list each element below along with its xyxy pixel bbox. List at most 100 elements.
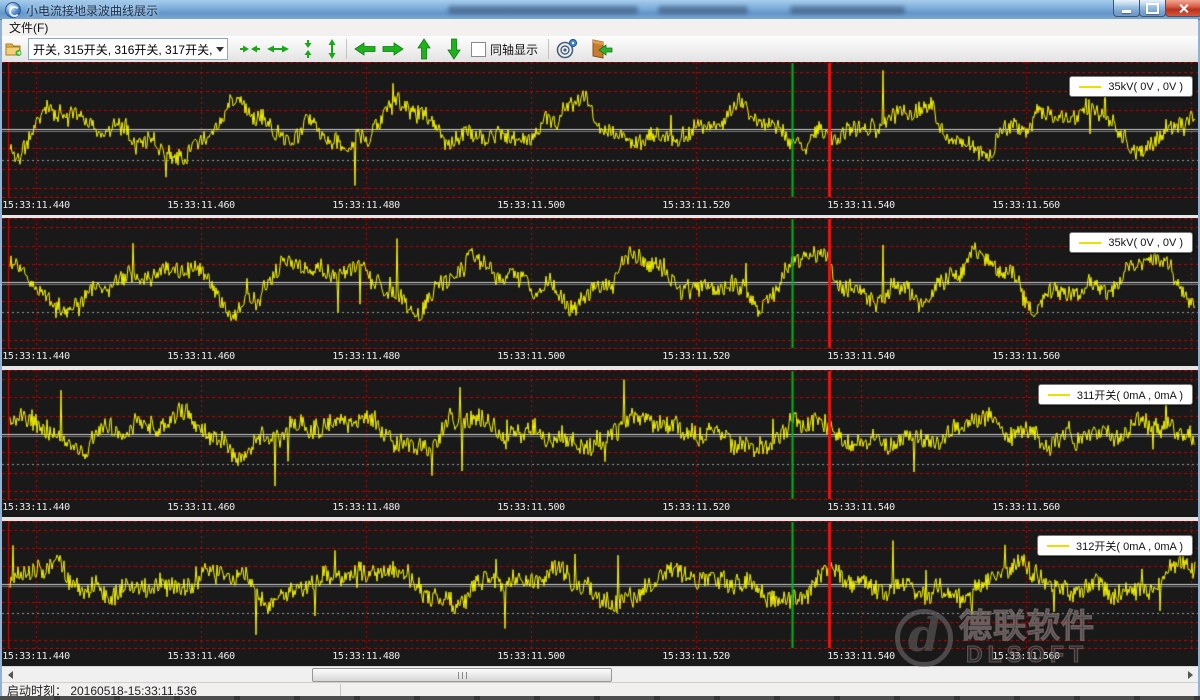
menu-file[interactable]: 文件(F): [2, 19, 55, 36]
legend-label: 311开关( 0mA , 0mA ): [1077, 387, 1183, 403]
toolbar-separator: [346, 39, 347, 59]
x-tick-label: 15:33:11.520: [662, 200, 729, 211]
x-tick-label: 15:33:11.540: [827, 351, 894, 362]
scrollbar-grip-icon: [458, 672, 467, 679]
expand-horizontal-icon[interactable]: [264, 37, 292, 61]
time-axis-4: 15:33:11.440 15:33:11.460 15:33:11.480 15:3…: [2, 650, 1198, 666]
waveform-plot-3: 311开关( 0mA , 0mA ): [2, 370, 1198, 500]
x-tick-label: 15:33:11.460: [167, 502, 234, 513]
x-tick-label: 15:33:11.460: [167, 351, 234, 362]
x-tick-label: 15:33:11.500: [497, 651, 564, 662]
taskbar-strip: [0, 696, 1200, 700]
time-axis-1: 15:33:11.440 15:33:11.460 15:33:11.480 15:3…: [2, 199, 1198, 215]
x-tick-label: 15:33:11.440: [2, 502, 69, 513]
compress-horizontal-icon[interactable]: [236, 37, 264, 61]
pan-right-icon[interactable]: [379, 37, 407, 61]
legend-panel-2: 35kV( 0V , 0V ): [1069, 232, 1193, 253]
statusbar-separator: [340, 684, 341, 696]
legend-line-swatch: [1047, 545, 1069, 547]
channel-select-value: 开关, 315开关, 316开关, 317开关, 318开关: [29, 41, 212, 58]
x-tick-label: 15:33:11.460: [167, 651, 234, 662]
legend-label: 35kV( 0V , 0V ): [1108, 237, 1183, 249]
horizontal-scrollbar[interactable]: [2, 666, 1198, 682]
waveform-plot-1: 35kV( 0V , 0V ): [2, 62, 1198, 198]
x-tick-label: 15:33:11.480: [332, 651, 399, 662]
legend-line-swatch: [1048, 394, 1070, 396]
pan-down-icon[interactable]: [443, 37, 465, 61]
title-bar: 小电流接地录波曲线展示: [0, 0, 1200, 20]
chevron-down-icon: [212, 39, 227, 59]
legend-line-swatch: [1079, 86, 1101, 88]
channel-select-dropdown[interactable]: 开关, 315开关, 316开关, 317开关, 318开关: [28, 38, 228, 60]
time-axis-3: 15:33:11.440 15:33:11.460 15:33:11.480 15:3…: [2, 501, 1198, 517]
minimize-icon: [1122, 10, 1131, 13]
x-tick-label: 15:33:11.520: [662, 502, 729, 513]
background-window-blur: [790, 6, 905, 14]
toolbar-separator: [548, 39, 549, 59]
waveform-panel-3: 311开关( 0mA , 0mA ) 15:33:11.44015:33:11.…: [2, 370, 1198, 517]
app-logo-icon: [5, 2, 21, 18]
chart-area: 35kV( 0V , 0V ) 15:33:11.440 15:33:11.460…: [2, 62, 1198, 666]
app-window: 小电流接地录波曲线展示 文件(F) 开关, 315开关, 316开关, 317开…: [0, 0, 1200, 700]
waveform-canvas-3[interactable]: [2, 370, 1198, 500]
legend-line-swatch: [1079, 242, 1101, 244]
exit-icon[interactable]: [587, 37, 617, 61]
x-tick-label: 15:33:11.500: [497, 502, 564, 513]
waveform-canvas-2[interactable]: [2, 218, 1198, 349]
menu-bar: 文件(F): [2, 19, 1198, 37]
waveform-plot-2: 35kV( 0V , 0V ): [2, 218, 1198, 349]
waveform-canvas-1[interactable]: [2, 62, 1198, 198]
x-tick-label: 15:33:11.480: [332, 200, 399, 211]
scroll-left-button[interactable]: [2, 668, 18, 681]
close-icon: [1178, 3, 1189, 14]
coaxial-checkbox[interactable]: [471, 42, 486, 57]
legend-panel-3: 311开关( 0mA , 0mA ): [1038, 384, 1193, 405]
pan-left-icon[interactable]: [351, 37, 379, 61]
target-settings-icon[interactable]: [553, 37, 581, 61]
compress-vertical-icon[interactable]: [298, 37, 318, 61]
maximize-icon: [1146, 3, 1159, 14]
x-tick-label: 15:33:11.500: [497, 351, 564, 362]
waveform-canvas-4[interactable]: [2, 521, 1198, 649]
time-axis-2: 15:33:11.440 15:33:11.460 15:33:11.480 15:3…: [2, 350, 1198, 366]
coaxial-display-toggle[interactable]: 同轴显示: [471, 41, 538, 58]
toolbar: 开关, 315开关, 316开关, 317开关, 318开关: [2, 36, 1198, 63]
background-window-blur: [448, 6, 638, 14]
x-tick-label: 15:33:11.540: [827, 200, 894, 211]
x-tick-label: 15:33:11.440: [2, 651, 69, 662]
scrollbar-thumb[interactable]: [312, 668, 612, 682]
legend-label: 35kV( 0V , 0V ): [1108, 81, 1183, 93]
waveform-plot-4: 312开关( 0mA , 0mA ): [2, 521, 1198, 649]
window-title: 小电流接地录波曲线展示: [26, 2, 158, 19]
waveform-panel-4: 312开关( 0mA , 0mA ) 15:33:11.44015:33:11.…: [2, 521, 1198, 666]
minimize-button[interactable]: [1113, 0, 1140, 17]
pan-up-icon[interactable]: [413, 37, 435, 61]
waveform-panel-1: 35kV( 0V , 0V ) 15:33:11.440 15:33:11.460…: [2, 62, 1198, 215]
x-tick-label: 15:33:11.540: [827, 502, 894, 513]
x-tick-label: 15:33:11.560: [992, 651, 1059, 662]
scroll-left-icon: [8, 671, 13, 679]
scroll-right-button[interactable]: [1182, 668, 1198, 681]
background-window-blur: [658, 6, 748, 14]
legend-label: 312开关( 0mA , 0mA ): [1076, 538, 1183, 554]
legend-panel-4: 312开关( 0mA , 0mA ): [1037, 535, 1193, 556]
close-button[interactable]: [1165, 0, 1200, 17]
coaxial-checkbox-label: 同轴显示: [490, 41, 538, 58]
x-tick-label: 15:33:11.460: [167, 200, 234, 211]
x-tick-label: 15:33:11.560: [992, 200, 1059, 211]
x-tick-label: 15:33:11.540: [827, 651, 894, 662]
x-tick-label: 15:33:11.440: [2, 200, 69, 211]
x-tick-label: 15:33:11.480: [332, 351, 399, 362]
x-tick-label: 15:33:11.560: [992, 351, 1059, 362]
x-tick-label: 15:33:11.520: [662, 351, 729, 362]
open-folder-icon[interactable]: [2, 37, 26, 61]
scroll-right-icon: [1188, 671, 1193, 679]
waveform-panel-2: 35kV( 0V , 0V ) 15:33:11.440 15:33:11.460…: [2, 218, 1198, 366]
legend-panel-1: 35kV( 0V , 0V ): [1069, 76, 1193, 97]
x-tick-label: 15:33:11.480: [332, 502, 399, 513]
maximize-button[interactable]: [1139, 0, 1166, 17]
status-bar: 启动时刻： 20160518-15:33:11.536: [2, 682, 1198, 697]
expand-vertical-icon[interactable]: [322, 37, 342, 61]
x-tick-label: 15:33:11.440: [2, 351, 69, 362]
x-tick-label: 15:33:11.520: [662, 651, 729, 662]
